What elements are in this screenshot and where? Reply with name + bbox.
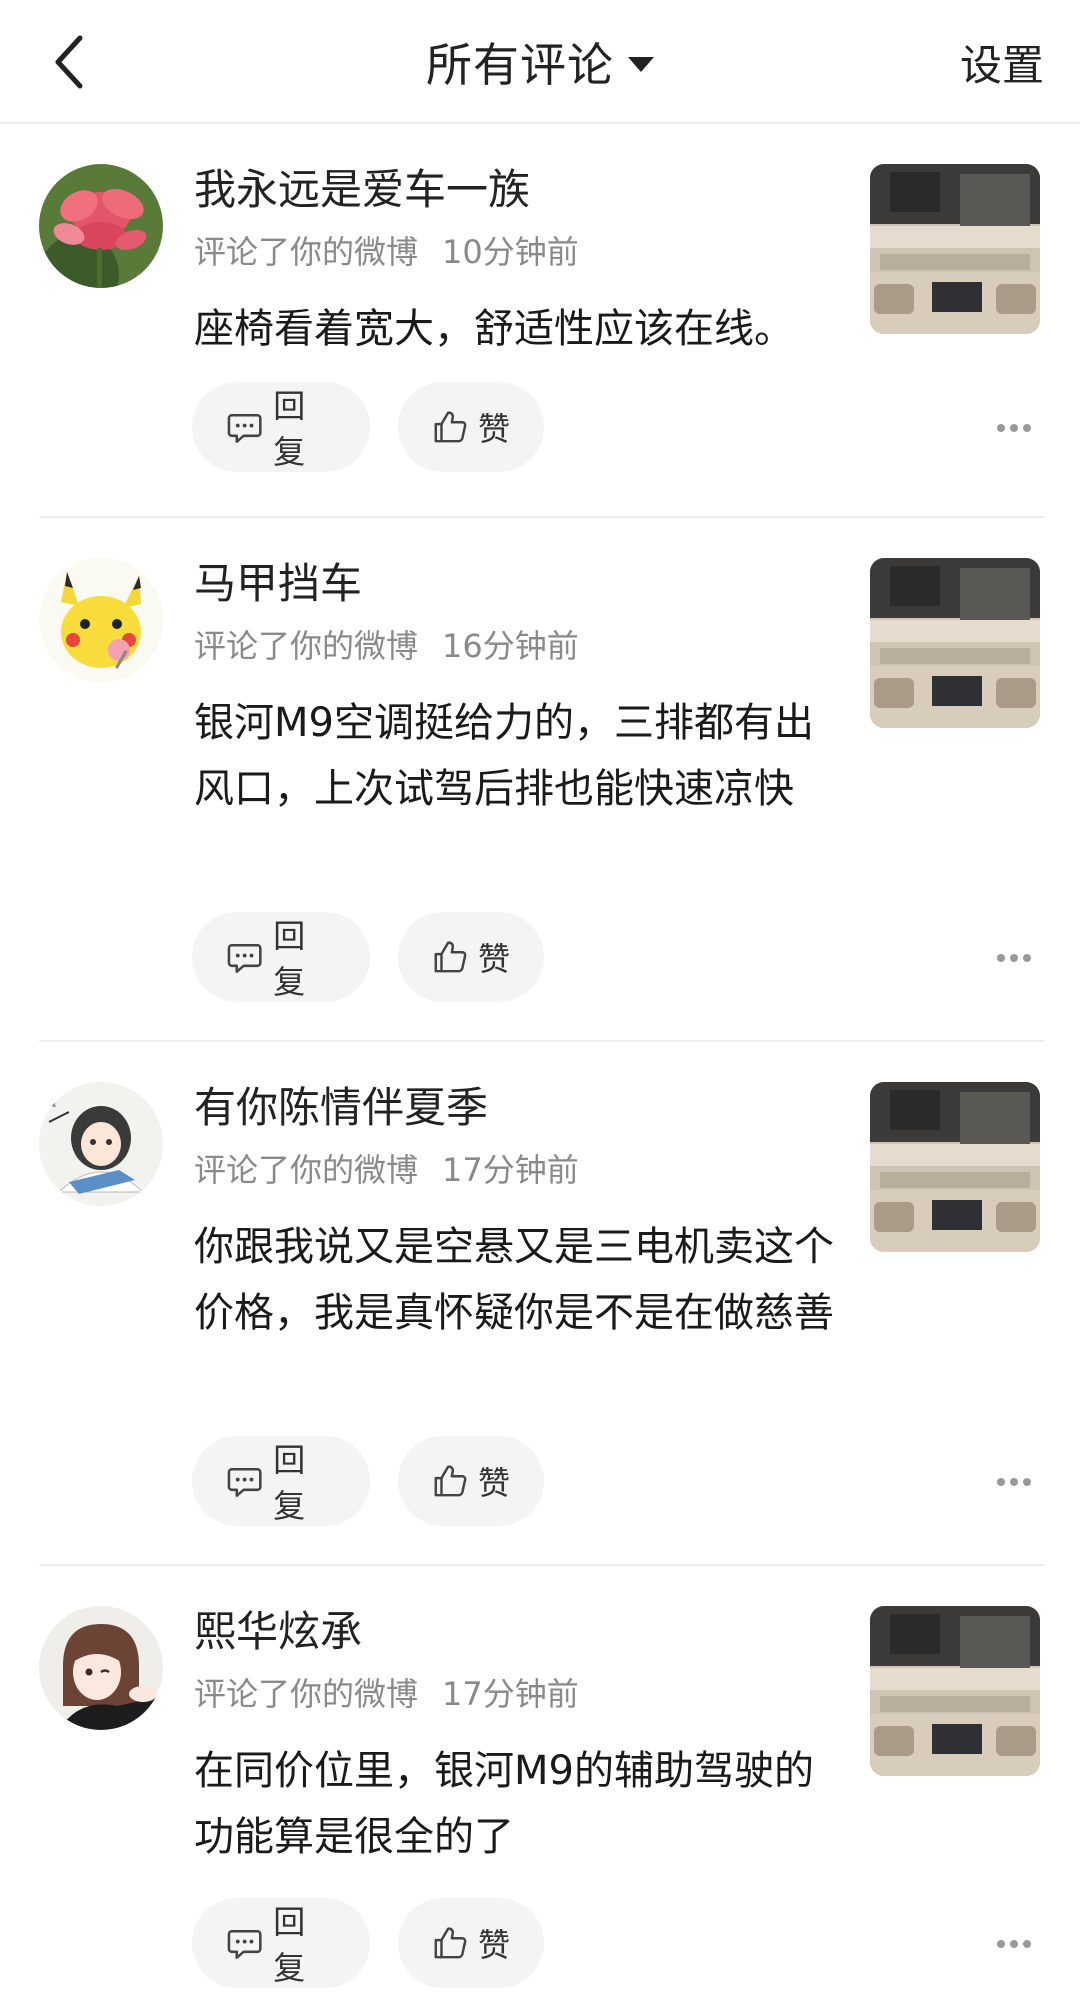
comment-item: 我永远是爱车一族 评论了你的微博 10分钟前 座椅看着宽大，舒适性应该在线。 回复 [0,126,1080,516]
divider [39,516,1045,518]
comment-text: 在同价位里，银河M9的辅助驾驶的功能算是很全的了 [194,1748,814,1860]
post-thumbnail[interactable] [870,558,1040,728]
thumbs-up-icon [434,1465,467,1497]
reply-label: 回复 [273,387,306,471]
post-thumbnail[interactable] [870,164,1040,334]
comment-actions: 回复 赞 [192,382,544,472]
reply-label: 回复 [273,1441,306,1525]
comment-item: 熙华炫承 评论了你的微博 17分钟前 在同价位里，银河M9的辅助驾驶的功能算是很全… [0,1568,1080,2012]
thumbs-up-icon [434,941,467,973]
more-dots-icon [997,1478,1031,1486]
like-label: 赞 [477,1926,510,1964]
like-button[interactable]: 赞 [398,382,544,472]
reply-button[interactable]: 回复 [192,1436,370,1526]
like-label: 赞 [477,410,510,448]
username[interactable]: 有你陈情伴夏季 [194,1080,488,1136]
comment-meta: 评论了你的微博 10分钟前 [194,230,579,274]
avatar[interactable] [39,1606,163,1730]
comment-actions: 回复 赞 [192,1436,544,1526]
comment-action: 评论了你的微博 [194,1151,419,1189]
comment-actions: 回复 赞 [192,912,544,1002]
comment-action: 评论了你的微博 [194,233,419,271]
comment-bubble-icon [227,1467,262,1497]
comment-meta: 评论了你的微博 17分钟前 [194,1148,579,1192]
thumbs-up-icon [434,1927,467,1959]
timestamp: 17分钟前 [442,1675,579,1713]
reply-button[interactable]: 回复 [192,912,370,1002]
timestamp: 17分钟前 [442,1151,579,1189]
comment-bubble-icon [227,943,262,973]
comment-item: ✎ 有你陈情伴夏季 评论了你的微博 17分钟前 你跟我说又是空悬又是三电机卖这个价… [0,1044,1080,1568]
caret-down-icon [628,56,654,72]
comment-meta: 评论了你的微博 17分钟前 [194,1672,579,1716]
post-thumbnail[interactable] [870,1606,1040,1776]
comment-text: 座椅看着宽大，舒适性应该在线。 [194,306,794,352]
more-options-button[interactable] [984,1452,1044,1512]
comment-bubble-icon [227,413,262,443]
reply-label: 回复 [273,917,306,1001]
divider [39,1040,1045,1042]
like-label: 赞 [477,940,510,978]
more-dots-icon [997,424,1031,432]
more-options-button[interactable] [984,398,1044,458]
top-bar: 所有评论 设置 [0,0,1080,124]
divider [39,1564,1045,1566]
avatar[interactable] [39,558,163,682]
like-button[interactable]: 赞 [398,1898,544,1988]
post-thumbnail[interactable] [870,1082,1040,1252]
like-label: 赞 [477,1464,510,1502]
comment-meta: 评论了你的微博 16分钟前 [194,624,579,668]
comment-item: 马甲挡车 评论了你的微博 16分钟前 银河M9空调挺给力的，三排都有出风口，上次试… [0,520,1080,1044]
comment-text: 银河M9空调挺给力的，三排都有出风口，上次试驾后排也能快速凉快 [194,700,814,812]
username[interactable]: 熙华炫承 [194,1604,362,1660]
page-title: 所有评论 [426,38,614,92]
settings-button[interactable]: 设置 [960,0,1044,124]
more-options-button[interactable] [984,928,1044,988]
comment-filter-dropdown[interactable]: 所有评论 [0,0,1080,124]
timestamp: 16分钟前 [442,627,579,665]
avatar[interactable] [39,164,163,288]
avatar[interactable]: ✎ [39,1082,163,1206]
reply-button[interactable]: 回复 [192,1898,370,1988]
more-options-button[interactable] [984,1914,1044,1974]
comment-bubble-icon [227,1929,262,1959]
more-dots-icon [997,1940,1031,1948]
like-button[interactable]: 赞 [398,912,544,1002]
svg-text:✎: ✎ [47,1097,57,1111]
comment-action: 评论了你的微博 [194,627,419,665]
like-button[interactable]: 赞 [398,1436,544,1526]
reply-button[interactable]: 回复 [192,382,370,472]
comment-text: 你跟我说又是空悬又是三电机卖这个价格，我是真怀疑你是不是在做慈善 [194,1224,834,1336]
comment-action: 评论了你的微博 [194,1675,419,1713]
comment-actions: 回复 赞 [192,1898,544,1988]
username[interactable]: 我永远是爱车一族 [194,162,530,218]
username[interactable]: 马甲挡车 [194,556,362,612]
timestamp: 10分钟前 [442,233,579,271]
thumbs-up-icon [434,411,467,443]
reply-label: 回复 [273,1903,306,1987]
more-dots-icon [997,954,1031,962]
